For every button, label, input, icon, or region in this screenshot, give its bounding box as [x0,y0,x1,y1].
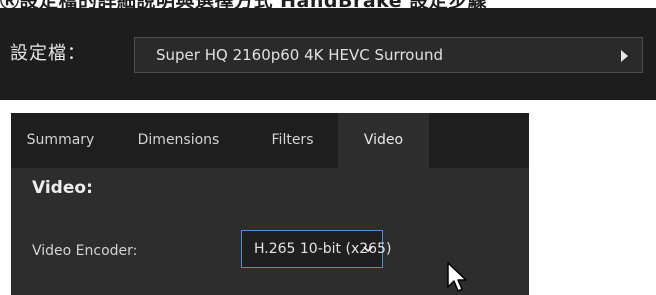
top-cropped-strip: Ⓡ設定檔的詳細說明與選擇方式 HandBrake 設定步驟 [0,0,656,8]
profile-selector[interactable]: Super HQ 2160p60 4K HEVC Surround [134,37,643,73]
tab-bar: Summary Dimensions Filters Video [11,113,529,168]
mouse-pointer-icon [447,262,467,292]
tab-summary[interactable]: Summary [11,113,110,168]
tab-video[interactable]: Video [338,113,429,168]
chevron-down-icon [363,246,373,253]
triangle-right-icon [621,50,628,62]
section-title: Video: [32,178,93,198]
profile-panel: 設定檔： Super HQ 2160p60 4K HEVC Surround [0,8,656,100]
profile-label: 設定檔： [10,43,86,64]
profile-selected-value: Super HQ 2160p60 4K HEVC Surround [156,46,444,64]
cropped-heading-text: Ⓡ設定檔的詳細說明與選擇方式 HandBrake 設定步驟 [0,0,487,8]
tab-dimensions[interactable]: Dimensions [110,113,247,168]
tab-filters[interactable]: Filters [247,113,338,168]
video-encoder-label: Video Encoder: [32,243,138,259]
panel-gap [0,100,656,113]
video-encoder-dropdown[interactable]: H.265 10-bit (x265) [241,230,391,268]
